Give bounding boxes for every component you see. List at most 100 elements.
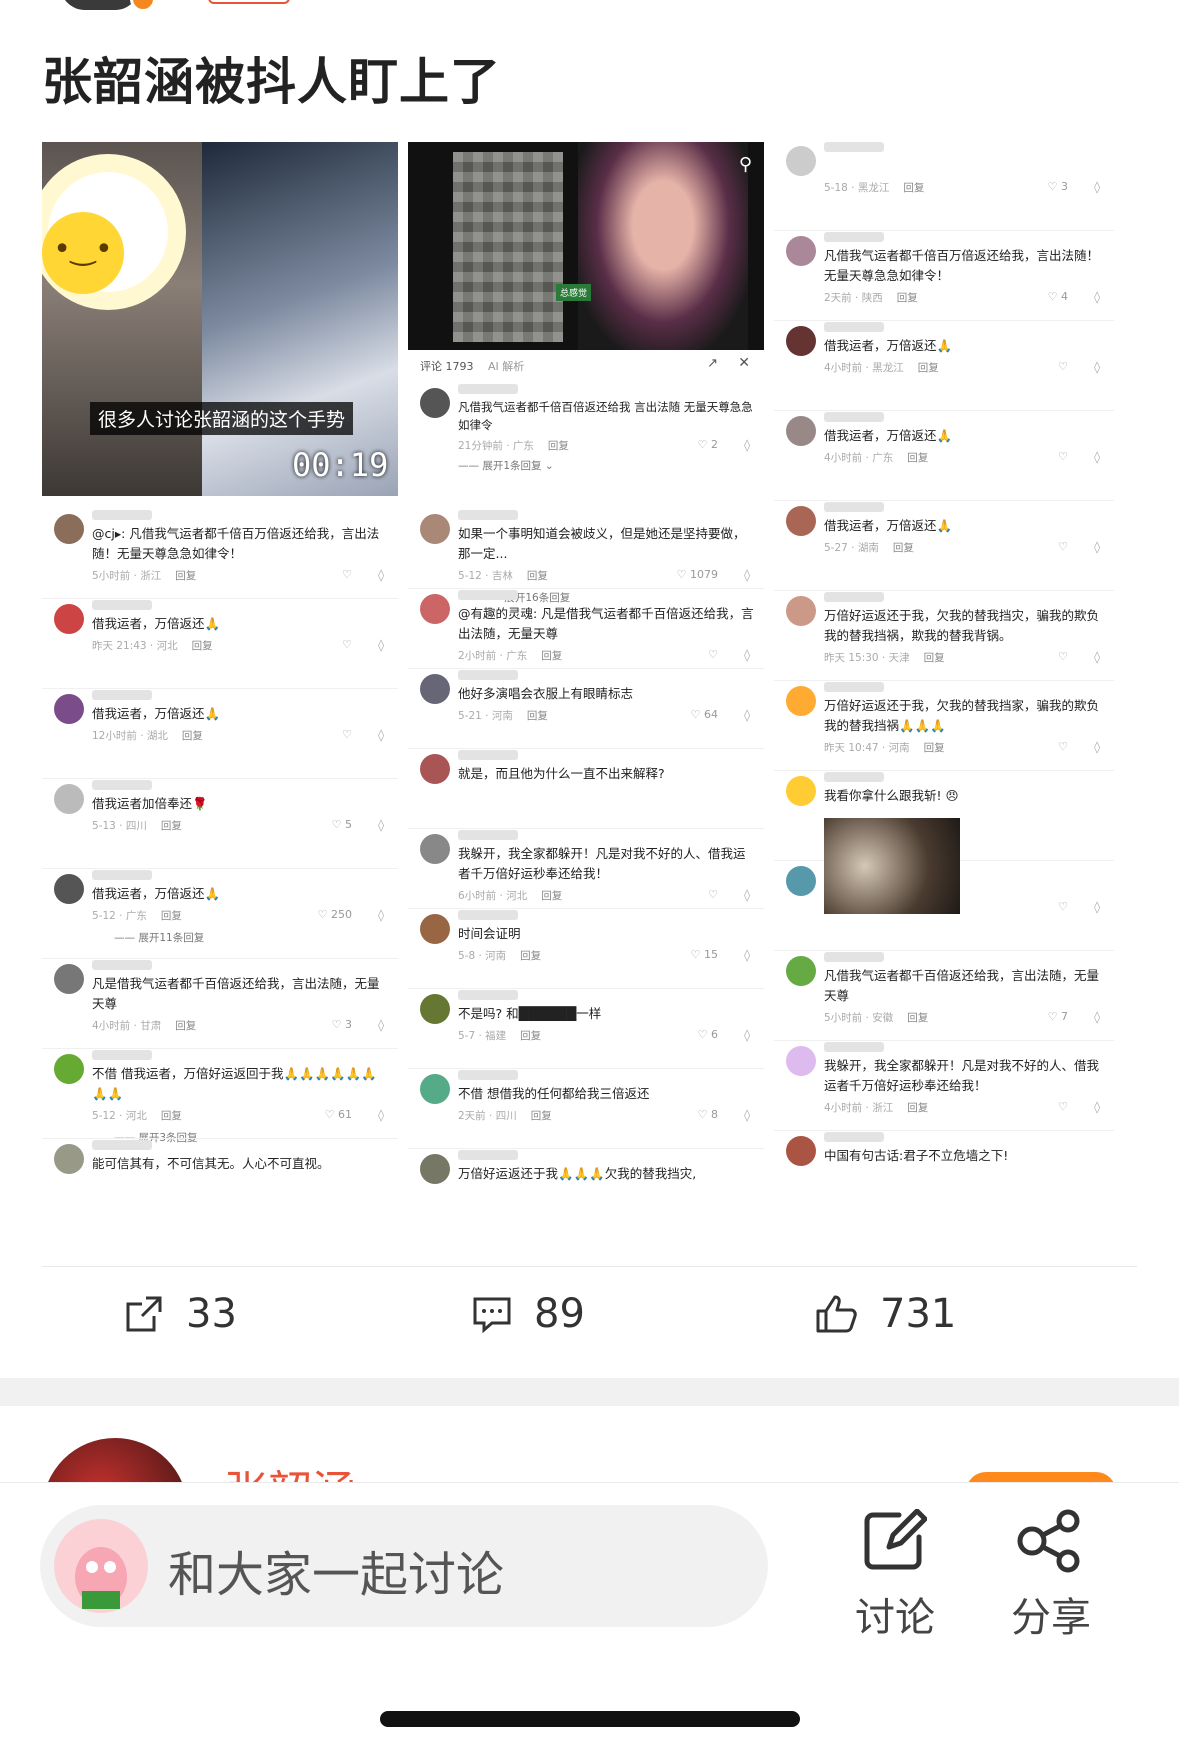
dislike-icon[interactable]: ◊ — [378, 818, 384, 832]
commenter-avatar[interactable] — [786, 146, 816, 176]
heart-icon[interactable]: ♡ — [342, 638, 352, 651]
dislike-icon[interactable]: ◊ — [378, 1018, 384, 1032]
comment-screenshot-col2[interactable]: 如果一个事明知道会被歧义，但是她还是坚持要做，那一定... 5-12 · 吉林 回复… — [408, 506, 764, 1237]
reply-link[interactable]: 回复 — [161, 910, 182, 922]
comment-image[interactable] — [824, 818, 960, 914]
dislike-icon[interactable]: ◊ — [744, 1108, 750, 1122]
dislike-icon[interactable]: ◊ — [1094, 540, 1100, 554]
commenter-avatar[interactable] — [420, 388, 450, 418]
expand-icon[interactable]: ↗ — [707, 356, 718, 371]
follow-button[interactable] — [208, 0, 290, 4]
commenter-avatar[interactable] — [786, 866, 816, 896]
commenter-avatar[interactable] — [786, 956, 816, 986]
expand-replies[interactable]: —— 展开1条回复 ⌄ — [458, 458, 554, 473]
commenter-avatar[interactable] — [54, 514, 84, 544]
dislike-icon[interactable]: ◊ — [1094, 360, 1100, 374]
search-icon[interactable]: ⚲ — [739, 154, 752, 175]
reply-link[interactable]: 回复 — [527, 570, 548, 582]
commenter-avatar[interactable] — [420, 674, 450, 704]
reply-link[interactable]: 回复 — [903, 182, 924, 194]
reply-link[interactable]: 回复 — [541, 890, 562, 902]
like-count[interactable]: ♡ 2 — [698, 438, 718, 451]
dislike-icon[interactable]: ◊ — [1094, 740, 1100, 754]
reply-link[interactable]: 回复 — [182, 730, 203, 742]
reply-link[interactable]: 回复 — [527, 710, 548, 722]
heart-icon[interactable]: ♡ — [708, 888, 718, 901]
reply-link[interactable]: 回复 — [531, 1110, 552, 1122]
dislike-icon[interactable]: ◊ — [378, 908, 384, 922]
reply-link[interactable]: 回复 — [520, 950, 541, 962]
dislike-icon[interactable]: ◊ — [744, 1028, 750, 1042]
reply-link[interactable]: 回复 — [161, 820, 182, 832]
commenter-avatar[interactable] — [54, 604, 84, 634]
dislike-icon[interactable]: ◊ — [744, 888, 750, 902]
heart-icon[interactable]: ♡ — [342, 728, 352, 741]
commenter-avatar[interactable] — [786, 506, 816, 536]
dislike-icon[interactable]: ◊ — [1094, 1100, 1100, 1114]
heart-icon[interactable]: ♡ 7 — [1048, 1010, 1068, 1023]
reply-link[interactable]: 回复 — [907, 1012, 928, 1024]
dislike-icon[interactable]: ◊ — [1094, 650, 1100, 664]
commenter-avatar[interactable] — [420, 834, 450, 864]
comment-button[interactable]: 89 — [472, 1289, 585, 1339]
dislike-icon[interactable]: ◊ — [1094, 1010, 1100, 1024]
reply-link[interactable]: 回复 — [897, 292, 918, 304]
heart-icon[interactable]: ♡ 4 — [1048, 290, 1068, 303]
heart-icon[interactable]: ♡ — [1058, 650, 1068, 663]
commenter-avatar[interactable] — [786, 416, 816, 446]
discuss-button[interactable]: 讨论 — [840, 1508, 950, 1643]
heart-icon[interactable]: ♡ 8 — [698, 1108, 718, 1121]
reply-link[interactable]: 回复 — [893, 542, 914, 554]
commenter-avatar[interactable] — [54, 964, 84, 994]
heart-icon[interactable]: ♡ 64 — [691, 708, 718, 721]
commenter-avatar[interactable] — [420, 1074, 450, 1104]
author-avatar[interactable] — [60, 0, 140, 10]
dislike-icon[interactable]: ◊ — [744, 568, 750, 582]
commenter-avatar[interactable] — [786, 326, 816, 356]
reply-link[interactable]: 回复 — [520, 1030, 541, 1042]
dislike-icon[interactable]: ◊ — [744, 648, 750, 662]
dislike-icon[interactable]: ◊ — [378, 1108, 384, 1122]
heart-icon[interactable]: ♡ — [1058, 900, 1068, 913]
heart-icon[interactable]: ♡ 3 — [1048, 180, 1068, 193]
reply-link[interactable]: 回复 — [924, 742, 945, 754]
commenter-avatar[interactable] — [786, 686, 816, 716]
heart-icon[interactable]: ♡ 61 — [325, 1108, 352, 1121]
commenter-avatar[interactable] — [420, 994, 450, 1024]
comment-input[interactable]: 和大家一起讨论 — [40, 1505, 768, 1627]
close-icon[interactable]: ✕ — [738, 355, 750, 371]
reply-link[interactable]: 回复 — [907, 1102, 928, 1114]
video-thumbnail-1[interactable]: •‿• 很多人讨论张韶涵的这个手势 00:19 — [42, 142, 398, 496]
heart-icon[interactable]: ♡ — [1058, 450, 1068, 463]
reply-link[interactable]: 回复 — [175, 570, 196, 582]
dislike-icon[interactable]: ◊ — [378, 568, 384, 582]
dislike-icon[interactable]: ◊ — [744, 948, 750, 962]
reply-link[interactable]: 回复 — [918, 362, 939, 374]
expand-replies[interactable]: —— 展开11条回复 — [114, 930, 204, 945]
dislike-icon[interactable]: ◊ — [1094, 900, 1100, 914]
share-button[interactable]: 分享 — [996, 1509, 1106, 1643]
comment-screenshot-col3[interactable]: 5-18 · 黑龙江 回复 ♡ 3 ◊ 凡借我气运者都千倍百万倍返还给我，言出法随！无量… — [774, 142, 1114, 1237]
commenter-avatar[interactable] — [54, 784, 84, 814]
commenter-avatar[interactable] — [420, 754, 450, 784]
reply-link[interactable]: 回复 — [192, 640, 213, 652]
commenter-avatar[interactable] — [420, 914, 450, 944]
commenter-avatar[interactable] — [786, 1136, 816, 1166]
commenter-avatar[interactable] — [786, 1046, 816, 1076]
dislike-icon[interactable]: ◊ — [744, 438, 750, 452]
commenter-avatar[interactable] — [786, 776, 816, 806]
heart-icon[interactable]: ♡ 15 — [691, 948, 718, 961]
reply-link[interactable]: 回复 — [541, 650, 562, 662]
heart-icon[interactable]: ♡ — [1058, 540, 1068, 553]
heart-icon[interactable]: ♡ — [1058, 1100, 1068, 1113]
reply-link[interactable]: 回复 — [907, 452, 928, 464]
heart-icon[interactable]: ♡ — [708, 648, 718, 661]
reply-link[interactable]: 回复 — [161, 1110, 182, 1122]
commenter-avatar[interactable] — [54, 694, 84, 724]
reply-link[interactable]: 回复 — [548, 440, 569, 452]
dislike-icon[interactable]: ◊ — [378, 728, 384, 742]
comment-count-label[interactable]: 评论 1793 — [420, 358, 474, 374]
heart-icon[interactable]: ♡ — [1058, 360, 1068, 373]
heart-icon[interactable]: ♡ 6 — [698, 1028, 718, 1041]
heart-icon[interactable]: ♡ 1079 — [677, 568, 718, 581]
